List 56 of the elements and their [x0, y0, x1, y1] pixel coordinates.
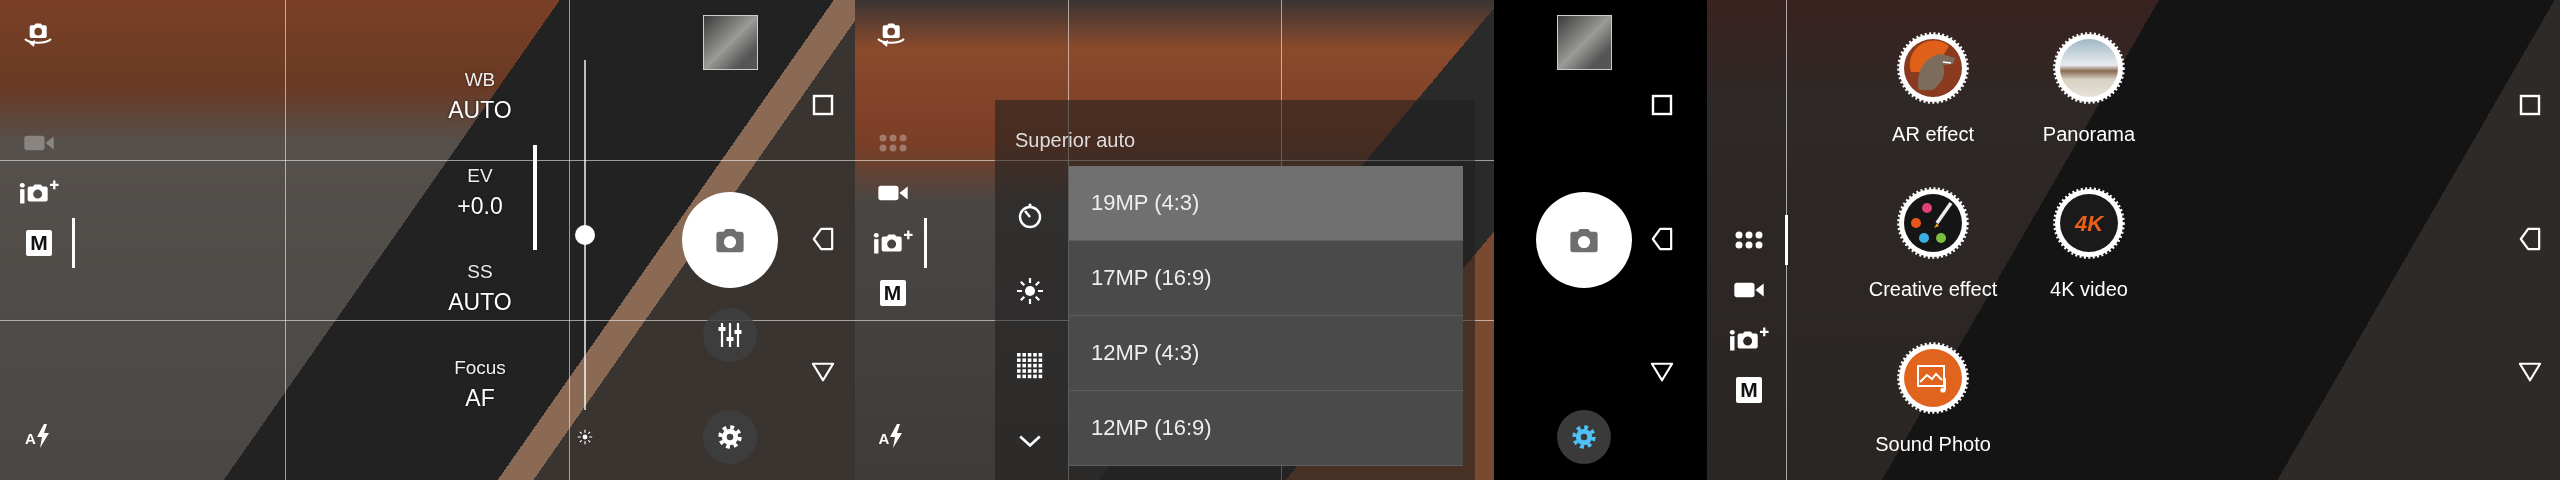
manual-mode-button[interactable]: M [1713, 365, 1788, 415]
gallery-thumbnail[interactable] [702, 15, 758, 70]
manual-mode-button[interactable]: M [861, 268, 927, 318]
flash-auto-button[interactable]: A [25, 424, 50, 454]
paint-palette-icon [1897, 187, 1969, 259]
manual-setting-button[interactable]: EV +0.0 [430, 158, 530, 254]
square-icon [811, 94, 834, 116]
settings-button[interactable] [1557, 410, 1611, 464]
manual-setting-button[interactable]: SS AUTO [430, 254, 530, 350]
dots-grid-icon [877, 133, 908, 153]
home-button[interactable] [810, 361, 835, 383]
back-arrow-icon [2519, 226, 2541, 251]
settings-icon [717, 424, 743, 450]
home-button[interactable] [1650, 361, 1674, 383]
manual-setting-button[interactable]: Focus AF [430, 350, 530, 446]
back-arrow-icon [1651, 226, 1673, 251]
brightness-icon [576, 428, 594, 446]
triangle-icon [2518, 361, 2542, 383]
manual-mode-button[interactable]: M [6, 218, 75, 268]
recent-apps-button[interactable] [2519, 94, 2541, 116]
lightning-icon [35, 424, 50, 448]
round-badge-icon [2060, 194, 2118, 252]
back-arrow-icon [811, 226, 834, 251]
landscape-icon [2053, 32, 2125, 104]
icon-text: 4K [2074, 211, 2104, 236]
settings-icon [1571, 424, 1597, 450]
sliders-icon [717, 321, 743, 349]
triangle-icon [810, 361, 835, 383]
picture-note-icon [1897, 342, 1969, 414]
square-icon [2519, 94, 2541, 116]
flash-auto-button[interactable]: A [878, 424, 904, 454]
resolution-option[interactable]: 12MP (4:3) [1069, 316, 1463, 391]
resolution-option[interactable]: 19MP (4:3) [1069, 166, 1463, 241]
camera-mode-button[interactable]: 4K 4K video [2011, 155, 2167, 310]
square-icon [1651, 94, 1673, 116]
resolution-option[interactable]: 12MP (16:9) [1069, 391, 1463, 466]
resolution-option[interactable]: 17MP (16:9) [1069, 241, 1463, 316]
camera-mode-button[interactable]: Creative effect [1855, 155, 2011, 310]
brightness-icon [1015, 275, 1045, 306]
camera-mode-button[interactable]: AR effect [1855, 0, 2011, 155]
timer-icon [1016, 201, 1044, 230]
recent-apps-button[interactable] [811, 94, 834, 116]
back-button[interactable] [811, 226, 834, 251]
triangle-icon [1650, 361, 1674, 383]
gallery-thumbnail[interactable] [1556, 15, 1612, 70]
dots-grid-icon [1734, 230, 1764, 250]
camera-mode-button[interactable]: Sound Photo [1855, 310, 2011, 465]
grid-icon [1017, 352, 1043, 379]
lightning-icon [889, 424, 904, 448]
recent-apps-button[interactable] [1651, 94, 1673, 116]
back-button[interactable] [2519, 226, 2541, 251]
manual-setting-button[interactable]: WB AUTO [430, 62, 530, 158]
back-button[interactable] [1651, 226, 1673, 251]
menu-title: Superior auto [1014, 128, 1137, 153]
camera-mode-button[interactable]: Panorama [2011, 0, 2167, 155]
home-button[interactable] [2518, 361, 2542, 383]
